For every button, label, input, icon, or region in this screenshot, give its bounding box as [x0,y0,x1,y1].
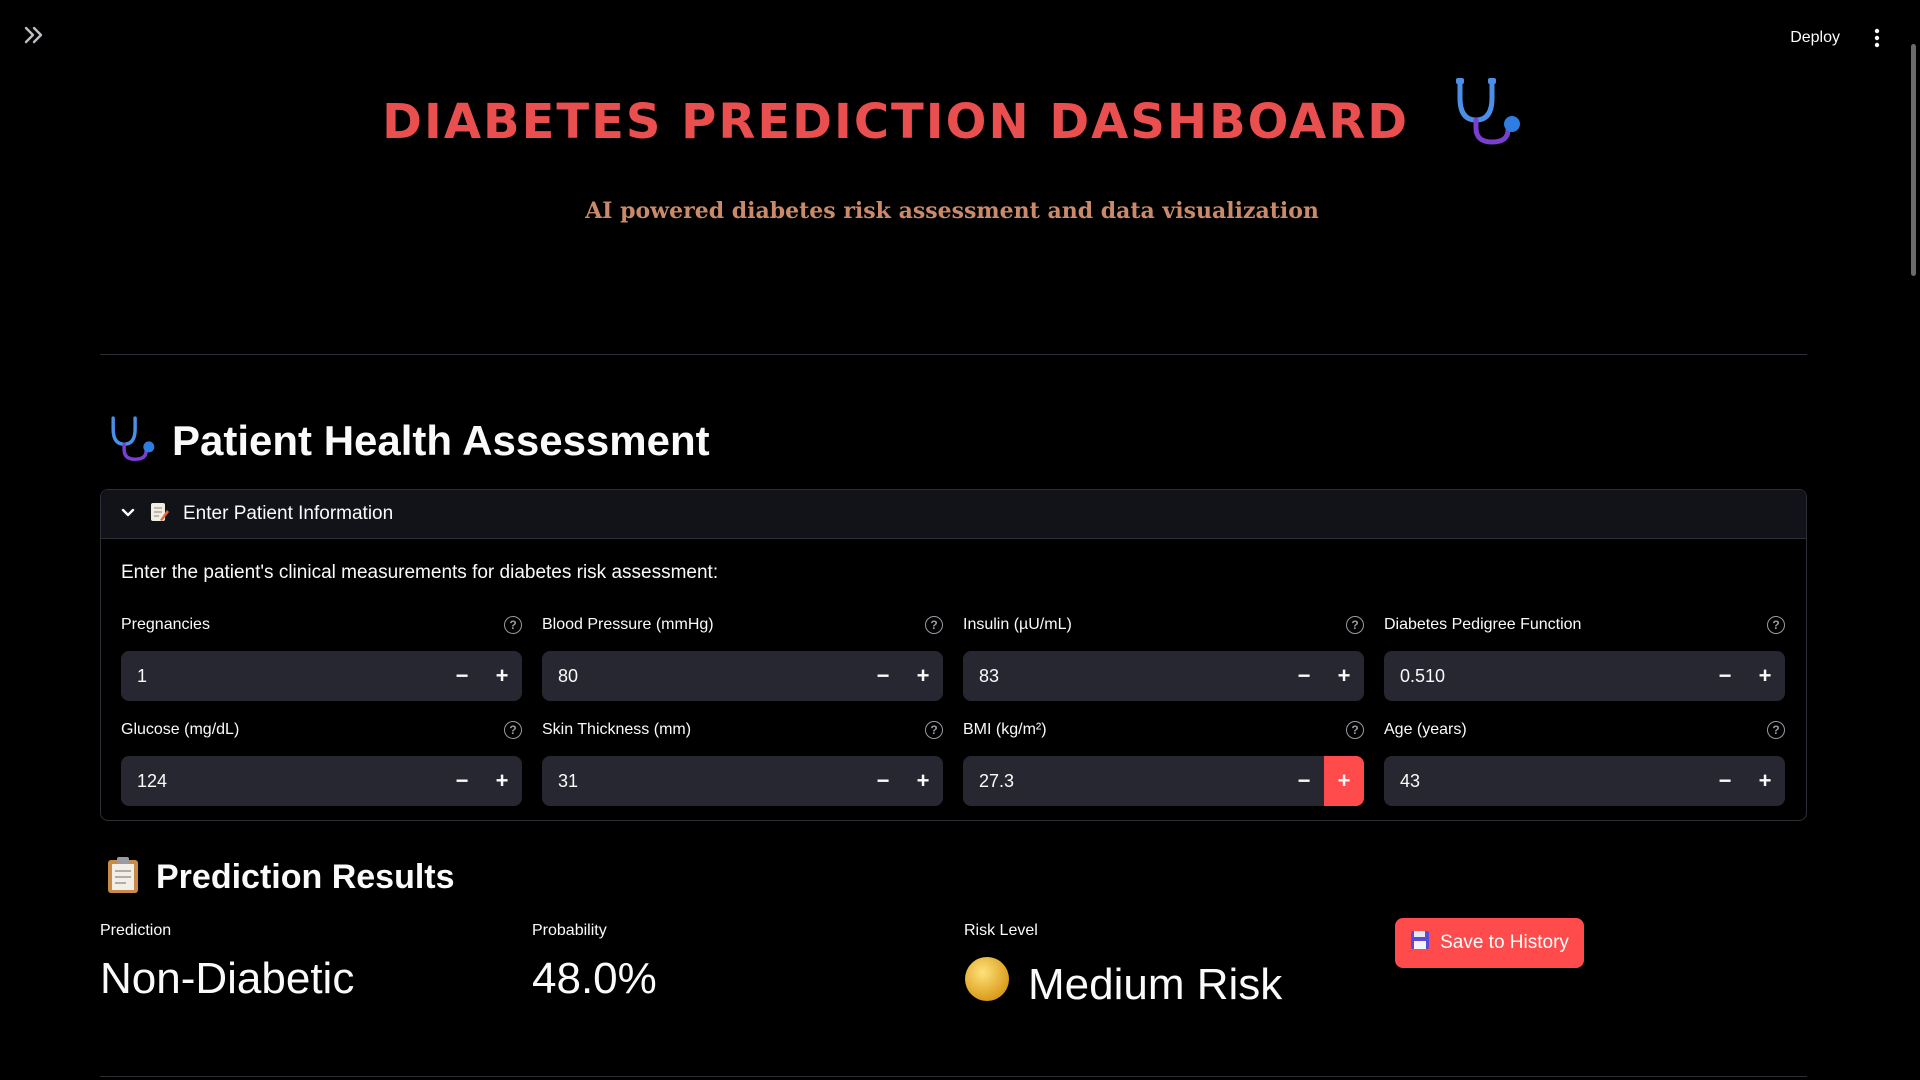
increment-button[interactable]: + [1324,756,1364,806]
pregnancies-input[interactable]: 1 [121,651,442,701]
decrement-button[interactable]: − [1705,651,1745,701]
glucose-field: Glucose (mg/dL)? 124− + [121,718,522,806]
insulin-input[interactable]: 83 [963,651,1284,701]
expander-header[interactable]: Enter Patient Information [101,490,1806,539]
field-label: Diabetes Pedigree Function [1384,616,1582,633]
chevron-down-icon [121,505,135,523]
decrement-button[interactable]: − [863,651,903,701]
decrement-button[interactable]: − [1284,756,1324,806]
increment-button[interactable]: + [482,756,522,806]
risk-level-value: Medium Risk [1028,959,1283,1009]
field-label: Skin Thickness (mm) [542,721,692,738]
page-title-row: DIABETES PREDICTION DASHBOARD [0,78,1904,158]
help-icon[interactable]: ? [1767,616,1785,634]
increment-button[interactable]: + [1745,651,1785,701]
help-icon[interactable]: ? [1346,721,1364,739]
patient-info-expander: Enter Patient Information Enter the pati… [100,489,1807,821]
decrement-button[interactable]: − [442,756,482,806]
field-label: Age (years) [1384,721,1467,738]
yellow-circle-icon [964,956,1010,1013]
probability-metric: Probability 48.0% [532,922,657,1004]
page-title: DIABETES PREDICTION DASHBOARD [382,94,1410,150]
metric-label: Risk Level [964,922,1038,939]
deploy-button[interactable]: Deploy [1784,25,1846,51]
increment-button[interactable]: + [903,756,943,806]
decrement-button[interactable]: − [1705,756,1745,806]
help-icon[interactable]: ? [504,721,522,739]
intro-text: Enter the patient's clinical measurement… [121,562,719,583]
kebab-menu-icon[interactable] [1868,24,1886,52]
help-icon[interactable]: ? [1767,721,1785,739]
pregnancies-field: Pregnancies? 1− + [121,613,522,701]
stethoscope-icon [106,414,156,467]
increment-button[interactable]: + [903,651,943,701]
metric-label: Probability [532,922,607,939]
help-icon[interactable]: ? [1346,616,1364,634]
field-label: Pregnancies [121,616,210,633]
stethoscope-icon [1450,76,1522,158]
bmi-input[interactable]: 27.3 [963,756,1284,806]
prediction-value: Non-Diabetic [100,954,355,1003]
top-toolbar: Deploy [1784,24,1886,52]
increment-button[interactable]: + [1745,756,1785,806]
blood-pressure-field: Blood Pressure (mmHg)? 80− + [542,613,943,701]
decrement-button[interactable]: − [863,756,903,806]
age-field: Age (years)? 43− + [1384,718,1785,806]
field-label: BMI (kg/m²) [963,721,1047,738]
assessment-heading: Patient Health Assessment [172,416,710,464]
decrement-button[interactable]: − [442,651,482,701]
probability-value: 48.0% [532,954,657,1003]
decrement-button[interactable]: − [1284,651,1324,701]
skin-thickness-input[interactable]: 31 [542,756,863,806]
divider [100,354,1807,355]
save-button-label: Save to History [1440,932,1569,953]
help-icon[interactable]: ? [504,616,522,634]
save-to-history-button[interactable]: Save to History [1395,918,1584,968]
pedigree-function-input[interactable]: 0.510 [1384,651,1705,701]
bmi-field: BMI (kg/m²)? 27.3− + [963,718,1364,806]
page-scrollbar[interactable] [1911,44,1916,276]
field-label: Blood Pressure (mmHg) [542,616,714,633]
pedigree-function-field: Diabetes Pedigree Function? 0.510− + [1384,613,1785,701]
skin-thickness-field: Skin Thickness (mm)? 31− + [542,718,943,806]
assessment-heading-row: Patient Health Assessment [106,414,710,467]
memo-icon [149,502,169,527]
metric-label: Prediction [100,922,172,939]
increment-button[interactable]: + [1324,651,1364,701]
divider [100,1076,1807,1077]
page-subtitle: AI powered diabetes risk assessment and … [585,198,1319,224]
blood-pressure-input[interactable]: 80 [542,651,863,701]
help-icon[interactable]: ? [925,616,943,634]
results-heading: Prediction Results [156,858,455,896]
glucose-input[interactable]: 124 [121,756,442,806]
clipboard-icon [106,856,140,899]
field-label: Glucose (mg/dL) [121,721,240,738]
age-input[interactable]: 43 [1384,756,1705,806]
insulin-field: Insulin (µU/mL)? 83− + [963,613,1364,701]
floppy-disk-icon [1410,930,1430,956]
help-icon[interactable]: ? [925,721,943,739]
increment-button[interactable]: + [482,651,522,701]
expander-label: Enter Patient Information [183,503,394,524]
prediction-metric: Prediction Non-Diabetic [100,922,354,1004]
field-label: Insulin (µU/mL) [963,616,1072,633]
risk-level-metric: Risk Level Medium Risk [964,922,1282,1013]
sidebar-toggle-icon[interactable] [24,26,56,50]
results-heading-row: Prediction Results [106,856,455,899]
